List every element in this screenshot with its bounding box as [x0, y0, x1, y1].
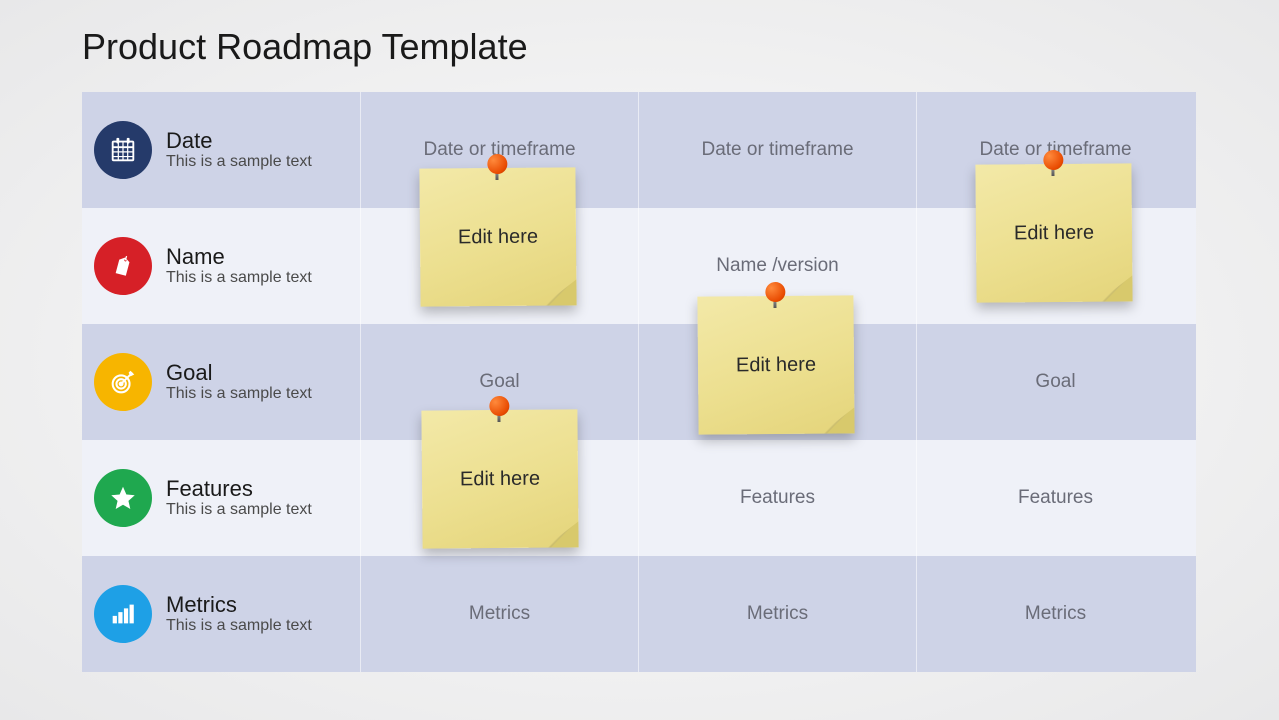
calendar-icon [94, 121, 152, 179]
cell-metrics-0: Metrics [360, 556, 638, 672]
cell-metrics-1: Metrics [638, 556, 916, 672]
row-subtitle: This is a sample text [166, 153, 312, 171]
pushpin-icon [1042, 150, 1064, 172]
sticky-note-1[interactable]: Edit here [975, 163, 1132, 302]
cell-features-2: Features [916, 440, 1194, 556]
chart-icon [94, 585, 152, 643]
row-subtitle: This is a sample text [166, 501, 312, 519]
row-title: Name [166, 245, 312, 269]
sticky-note-0[interactable]: Edit here [419, 167, 576, 306]
tag-icon [94, 237, 152, 295]
cell-metrics-2: Metrics [916, 556, 1194, 672]
row-features: FeaturesThis is a sample textFeaturesFea… [82, 440, 1196, 556]
label-cell-goal: GoalThis is a sample text [82, 324, 360, 440]
sticky-text: Edit here [736, 353, 816, 377]
label-cell-features: FeaturesThis is a sample text [82, 440, 360, 556]
row-title: Features [166, 477, 312, 501]
sticky-text: Edit here [460, 467, 540, 491]
star-icon [94, 469, 152, 527]
sticky-text: Edit here [1014, 221, 1094, 245]
pushpin-icon [488, 396, 510, 418]
cell-features-1: Features [638, 440, 916, 556]
cell-date-1: Date or timeframe [638, 92, 916, 208]
label-cell-name: NameThis is a sample text [82, 208, 360, 324]
pushpin-icon [486, 154, 508, 176]
row-subtitle: This is a sample text [166, 269, 312, 287]
row-title: Goal [166, 361, 312, 385]
row-subtitle: This is a sample text [166, 385, 312, 403]
cell-goal-2: Goal [916, 324, 1194, 440]
sticky-text: Edit here [458, 225, 538, 249]
row-title: Date [166, 129, 312, 153]
row-subtitle: This is a sample text [166, 617, 312, 635]
page-title: Product Roadmap Template [82, 26, 528, 68]
target-icon [94, 353, 152, 411]
row-title: Metrics [166, 593, 312, 617]
pushpin-icon [764, 282, 786, 304]
row-goal: GoalThis is a sample textGoalGoal [82, 324, 1196, 440]
row-metrics: MetricsThis is a sample textMetricsMetri… [82, 556, 1196, 672]
label-cell-date: DateThis is a sample text [82, 92, 360, 208]
sticky-note-3[interactable]: Edit here [421, 409, 578, 548]
label-cell-metrics: MetricsThis is a sample text [82, 556, 360, 672]
sticky-note-2[interactable]: Edit here [697, 295, 854, 434]
